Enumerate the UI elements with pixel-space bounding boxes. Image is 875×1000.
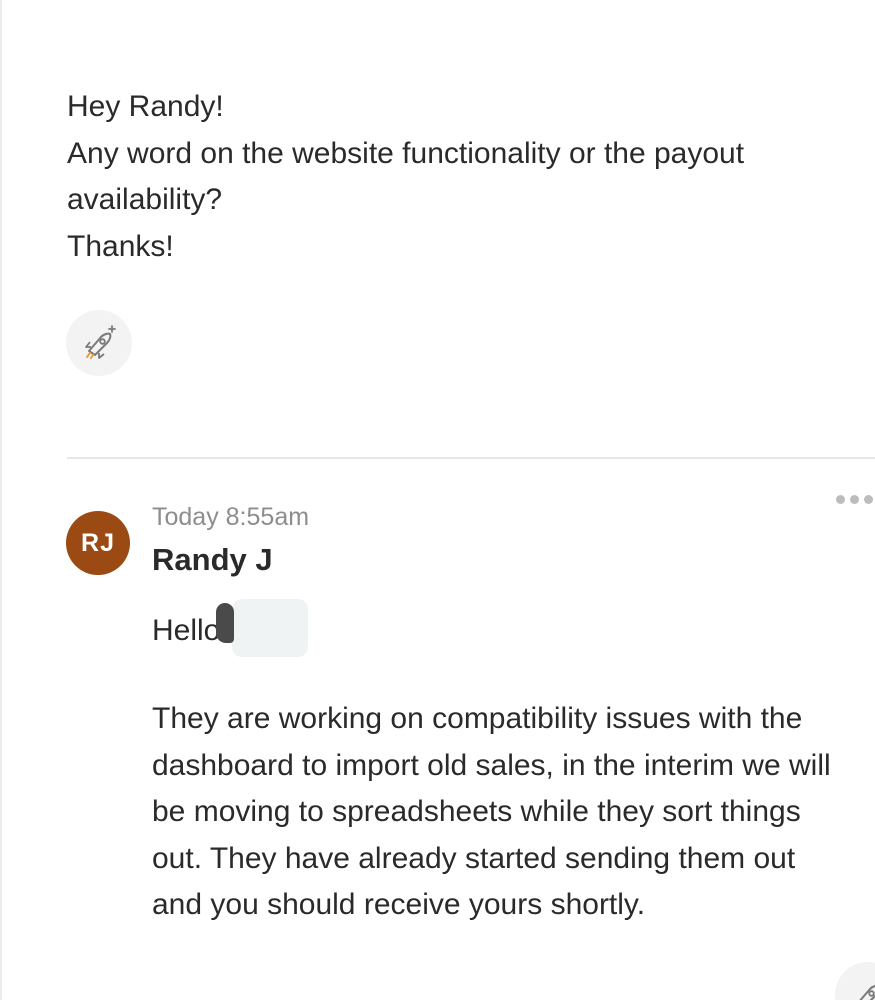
add-reaction-button[interactable] — [835, 962, 875, 1000]
message-timestamp: Today 8:55am — [152, 503, 310, 531]
redacted-name — [216, 599, 342, 657]
avatar-initials: RJ — [81, 528, 115, 557]
add-reaction-button[interactable] — [66, 310, 132, 376]
left-border — [0, 0, 2, 1000]
rocket-add-reaction-icon — [85, 325, 116, 359]
message-divider — [67, 457, 875, 459]
more-horizontal-icon-dot — [864, 495, 873, 504]
greeting-line: Hello — [152, 599, 342, 657]
redaction-blur — [232, 599, 309, 657]
reply-body: They are working on compatibility issues… — [152, 702, 831, 921]
avatar[interactable]: RJ — [66, 511, 130, 575]
author-name[interactable]: Randy J — [152, 542, 273, 578]
redaction-smudge — [216, 603, 235, 643]
message-line: Any word on the website functionality or… — [67, 136, 745, 217]
more-options-button[interactable] — [836, 495, 873, 504]
message-body: Hey Randy! Any word on the website funct… — [67, 84, 867, 270]
greeting-text: Hello — [152, 614, 221, 647]
message-line: Thanks! — [67, 229, 174, 263]
rocket-add-reaction-icon — [859, 984, 875, 1000]
message-line: Hey Randy! — [67, 90, 224, 123]
more-horizontal-icon-dot — [850, 495, 859, 504]
more-horizontal-icon-dot — [836, 495, 845, 504]
